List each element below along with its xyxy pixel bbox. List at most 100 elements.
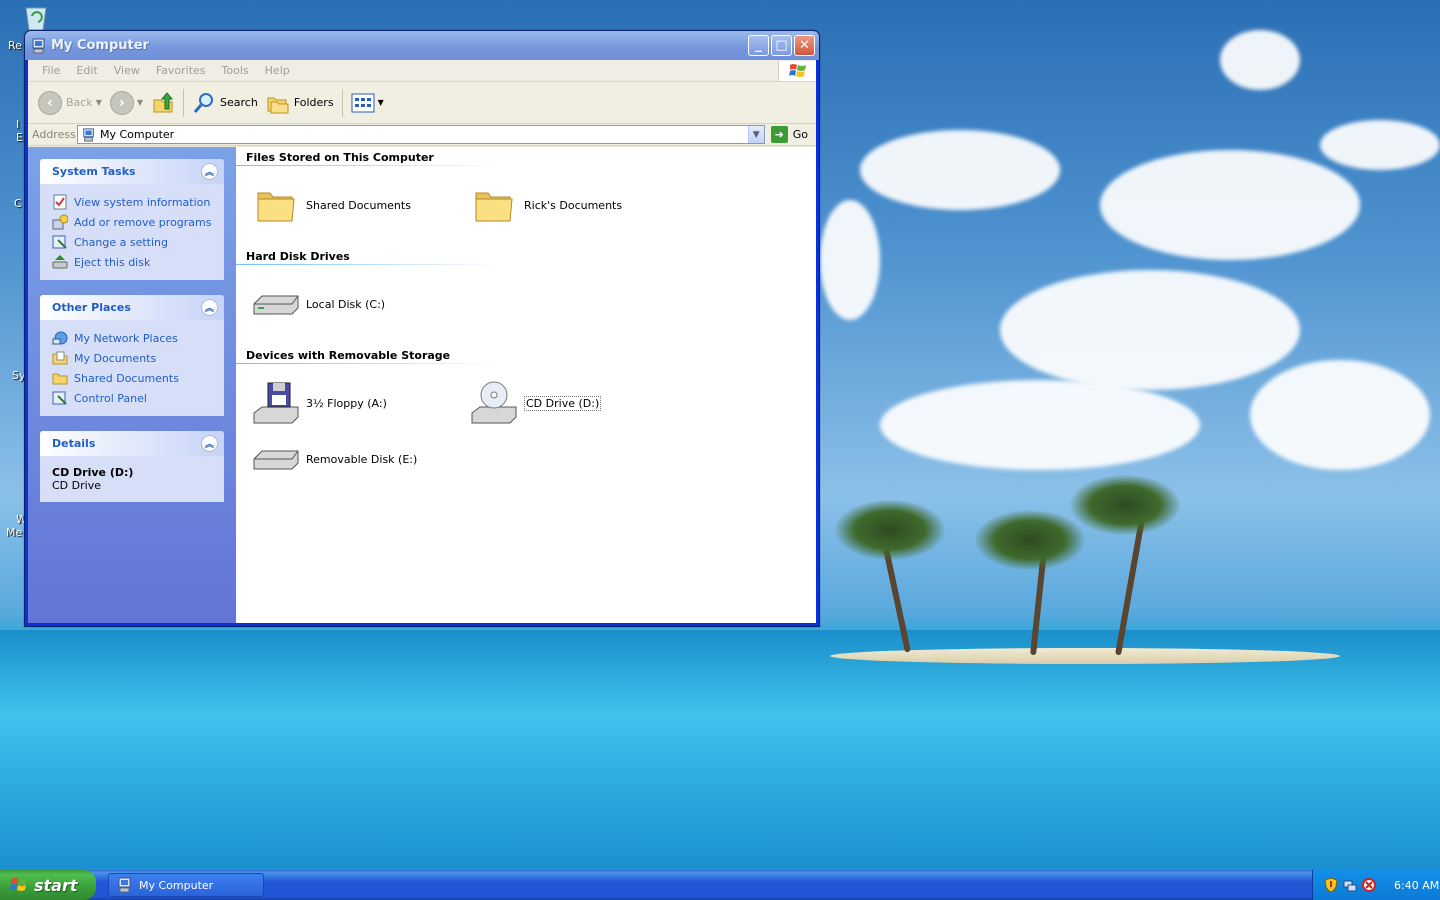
other-places-header[interactable]: Other Places ︽ [40, 295, 224, 320]
task-view-system-information[interactable]: View system information [52, 192, 212, 212]
sea [0, 630, 1440, 872]
collapse-chevron-icon[interactable]: ︽ [201, 435, 218, 452]
network-icon[interactable] [1342, 877, 1358, 893]
palm-leaves [975, 510, 1085, 570]
taskbar-button-my-computer[interactable]: My Computer [108, 873, 264, 897]
task-link-label: Shared Documents [74, 371, 179, 385]
folders-button[interactable]: Folders [262, 87, 338, 119]
group-header: Hard Disk Drives [246, 250, 350, 263]
item-label: Removable Disk (E:) [306, 452, 418, 466]
menu-edit[interactable]: Edit [68, 64, 105, 77]
address-dropdown-button[interactable]: ▼ [747, 126, 764, 143]
eject-disk-icon [52, 255, 68, 269]
folder-icon [52, 373, 68, 385]
place-my-network-places[interactable]: My Network Places [52, 328, 212, 348]
place-shared-documents[interactable]: Shared Documents [52, 368, 212, 388]
group-header: Files Stored on This Computer [246, 151, 434, 164]
task-eject-disk[interactable]: Eject this disk [52, 252, 212, 272]
search-label: Search [220, 96, 258, 109]
windows-logo [778, 60, 816, 81]
start-button[interactable]: start [0, 870, 96, 900]
menu-favorites[interactable]: Favorites [148, 64, 214, 77]
desktop-icon-label[interactable]: E [16, 131, 23, 144]
title-bar[interactable]: My Computer _ □ ✕ [25, 31, 819, 60]
other-places-body: My Network Places My Documents Shared Do… [40, 320, 224, 416]
go-button[interactable]: ➜ Go [765, 126, 816, 143]
details-item-name: CD Drive (D:) [52, 466, 134, 479]
search-icon [193, 92, 214, 113]
close-icon: ✕ [799, 38, 810, 53]
add-remove-programs-icon [52, 214, 68, 230]
hard-disk-icon [253, 295, 299, 315]
details-title: Details [52, 437, 96, 450]
minimize-icon: _ [755, 38, 762, 53]
maximize-button[interactable]: □ [771, 35, 792, 56]
window-content: System Tasks ︽ View system information A… [28, 147, 816, 623]
item-ricks-documents[interactable]: Rick's Documents [470, 181, 680, 229]
antivirus-icon[interactable] [1361, 877, 1377, 893]
cloud [860, 130, 1060, 210]
back-button[interactable]: ‹ Back ▼ [34, 87, 106, 119]
address-value: My Computer [100, 128, 175, 141]
item-local-disk-c[interactable]: Local Disk (C:) [252, 280, 462, 328]
close-button[interactable]: ✕ [794, 35, 815, 56]
forward-button[interactable]: › ▼ [106, 87, 147, 119]
details-body: CD Drive (D:) CD Drive [40, 456, 224, 502]
window-frame: File Edit View Favorites Tools Help ‹ Ba… [28, 60, 816, 623]
security-shield-icon[interactable] [1323, 877, 1339, 893]
folder-icon [475, 192, 513, 222]
desktop-icon-label[interactable]: Re [8, 39, 22, 52]
place-my-documents[interactable]: My Documents [52, 348, 212, 368]
item-cd-drive-d[interactable]: CD Drive (D:) [470, 379, 680, 427]
file-list-pane[interactable]: Files Stored on This Computer Shared Doc… [236, 147, 816, 623]
place-control-panel[interactable]: Control Panel [52, 388, 212, 408]
system-tasks-header[interactable]: System Tasks ︽ [40, 159, 224, 184]
desktop-icon-label[interactable]: C [14, 197, 22, 210]
up-folder-button[interactable] [147, 87, 179, 119]
item-label: 3½ Floppy (A:) [306, 396, 387, 410]
group-divider [236, 363, 504, 364]
cloud [1100, 150, 1360, 260]
desktop-icon-label[interactable]: Me [6, 526, 22, 539]
views-button[interactable]: ▼ [347, 87, 388, 119]
menu-tools[interactable]: Tools [214, 64, 257, 77]
recycle-bin-icon[interactable] [22, 2, 50, 32]
desktop-icon-label[interactable]: I [16, 118, 19, 131]
system-tasks-panel: System Tasks ︽ View system information A… [40, 159, 224, 280]
system-tasks-body: View system information Add or remove pr… [40, 184, 224, 280]
my-computer-window[interactable]: My Computer _ □ ✕ File Edit View Favorit… [24, 30, 820, 627]
details-header[interactable]: Details ︽ [40, 431, 224, 456]
other-places-title: Other Places [52, 301, 131, 314]
chevron-down-icon[interactable]: ▼ [137, 98, 143, 107]
chevron-down-icon[interactable]: ▼ [378, 98, 384, 107]
system-tray: 6:40 AM [1312, 870, 1440, 900]
minimize-button[interactable]: _ [748, 35, 769, 56]
address-label: Address [32, 128, 76, 141]
task-change-setting[interactable]: Change a setting [52, 232, 212, 252]
chevron-down-icon[interactable]: ▼ [96, 98, 102, 107]
address-input[interactable]: My Computer ▼ [77, 125, 765, 144]
item-label: Rick's Documents [524, 198, 623, 212]
task-add-remove-programs[interactable]: Add or remove programs [52, 212, 212, 232]
collapse-chevron-icon[interactable]: ︽ [201, 163, 218, 180]
start-label: start [34, 875, 78, 895]
clock[interactable]: 6:40 AM [1394, 879, 1439, 892]
item-shared-documents[interactable]: Shared Documents [252, 181, 462, 229]
collapse-chevron-icon[interactable]: ︽ [201, 299, 218, 316]
go-arrow-icon: ➜ [770, 126, 788, 143]
folders-label: Folders [293, 96, 334, 109]
item-removable-disk-e[interactable]: Removable Disk (E:) [252, 435, 462, 483]
group-divider [236, 165, 504, 166]
palm-leaves [835, 500, 945, 560]
menu-file[interactable]: File [34, 64, 68, 77]
task-link-label: Change a setting [74, 235, 168, 249]
search-button[interactable]: Search [188, 87, 262, 119]
menu-view[interactable]: View [106, 64, 148, 77]
cloud [1250, 360, 1430, 470]
menu-help[interactable]: Help [257, 64, 298, 77]
details-panel: Details ︽ CD Drive (D:) CD Drive [40, 431, 224, 502]
back-label: Back [66, 96, 93, 109]
system-tasks-title: System Tasks [52, 165, 136, 178]
item-floppy-a[interactable]: 3½ Floppy (A:) [252, 379, 462, 427]
group-header: Devices with Removable Storage [246, 349, 451, 362]
